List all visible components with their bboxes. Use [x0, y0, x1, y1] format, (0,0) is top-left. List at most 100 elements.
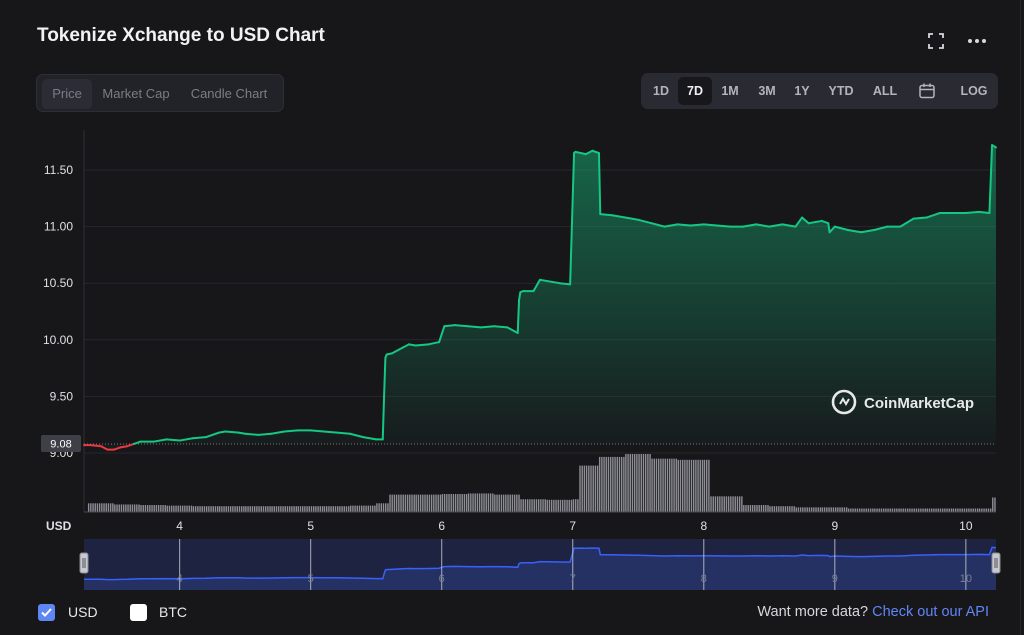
volume-bar	[730, 496, 732, 512]
volume-bar	[350, 505, 352, 512]
range-3m[interactable]: 3M	[749, 77, 785, 105]
volume-bar	[876, 508, 878, 512]
check-icon	[41, 608, 52, 617]
y-tick-label: 11.00	[44, 220, 73, 234]
volume-bar	[963, 508, 966, 512]
price-line-segment	[309, 429, 325, 433]
price-line-segment	[912, 216, 928, 220]
volume-bar	[389, 494, 391, 512]
fullscreen-icon[interactable]	[926, 32, 946, 52]
volume-bar	[179, 505, 182, 512]
volume-bar	[978, 508, 981, 512]
calendar-icon[interactable]	[911, 77, 943, 105]
volume-bar	[585, 465, 588, 512]
x-tick-label: 8	[700, 519, 707, 533]
volume-bar	[802, 507, 804, 512]
usd-checkbox[interactable]	[38, 604, 55, 621]
volume-bar	[529, 499, 531, 512]
y-tick-label: 9.50	[50, 389, 74, 403]
volume-bar	[950, 508, 953, 512]
volume-bar	[127, 504, 129, 512]
volume-bar	[603, 456, 605, 512]
volume-bar	[205, 506, 208, 512]
price-line-segment	[518, 291, 522, 302]
price-line-segment	[453, 324, 469, 328]
btc-checkbox[interactable]	[130, 604, 147, 621]
range-7d[interactable]: 7D	[678, 77, 712, 105]
volume-bar	[633, 454, 636, 512]
volume-bar	[799, 507, 802, 512]
volume-bar	[443, 494, 446, 512]
volume-bar	[889, 508, 891, 512]
volume-bar	[970, 508, 972, 512]
volume-bar	[454, 494, 457, 512]
range-1y[interactable]: 1Y	[787, 77, 817, 105]
price-line-segment	[702, 223, 718, 227]
volume-bar	[548, 499, 551, 512]
tab-market-cap[interactable]: Market Cap	[94, 79, 178, 109]
price-chart[interactable]: 9.009.5010.0010.5011.0011.50USD 4 5 6 7 8 9 10 …	[2, 120, 1020, 595]
volume-bar	[850, 508, 852, 512]
volume-bar	[714, 496, 717, 512]
volume-bar	[367, 505, 369, 512]
volume-bar	[926, 508, 928, 512]
volume-bar	[937, 508, 939, 512]
volume-bar	[697, 459, 699, 512]
more-icon[interactable]	[967, 32, 987, 52]
volume-bar	[561, 499, 564, 512]
volume-bar	[341, 506, 343, 512]
volume-bar	[485, 493, 487, 512]
volume-bar	[804, 507, 806, 512]
volume-bar	[705, 459, 708, 512]
volume-bar	[989, 508, 992, 512]
volume-bar	[336, 506, 339, 512]
range-ytd[interactable]: YTD	[821, 77, 861, 105]
volume-bar	[837, 507, 839, 512]
volume-bar	[935, 508, 937, 512]
volume-bar	[489, 493, 492, 512]
range-all[interactable]: ALL	[865, 77, 905, 105]
volume-bar	[361, 505, 363, 512]
volume-bar	[446, 494, 448, 512]
volume-bar	[478, 493, 481, 512]
volume-bar	[284, 506, 286, 512]
volume-bar	[459, 494, 461, 512]
volume-bar	[253, 506, 256, 512]
volume-bar	[96, 503, 99, 512]
volume-bar	[315, 506, 317, 512]
volume-bar	[312, 506, 315, 512]
volume-bar	[734, 496, 736, 512]
volume-bar	[607, 456, 610, 512]
api-link[interactable]: Check out our API	[872, 604, 989, 620]
volume-bar	[786, 506, 789, 512]
volume-bar	[334, 506, 337, 512]
volume-bar	[625, 454, 627, 512]
range-log[interactable]: LOG	[955, 77, 993, 105]
volume-bar	[542, 499, 544, 512]
navigator-left-handle[interactable]	[79, 552, 89, 574]
volume-bar	[343, 506, 345, 512]
tab-price[interactable]: Price	[42, 79, 92, 109]
volume-bar	[741, 496, 743, 512]
volume-bar	[280, 506, 282, 512]
volume-bar	[994, 497, 996, 512]
volume-bar	[830, 507, 832, 512]
volume-bar	[441, 494, 444, 512]
volume-bar	[437, 494, 439, 512]
range-1d[interactable]: 1D	[645, 77, 677, 105]
navigator-right-handle[interactable]	[991, 552, 1001, 574]
volume-bar	[317, 506, 319, 512]
tab-candle-chart[interactable]: Candle Chart	[180, 79, 278, 109]
volume-bar	[972, 508, 974, 512]
range-1m[interactable]: 1M	[713, 77, 747, 105]
volume-bar	[616, 456, 618, 512]
volume-bar	[782, 506, 784, 512]
volume-bar	[162, 505, 164, 512]
volume-bar	[87, 503, 90, 512]
volume-bar	[391, 494, 393, 512]
volume-bar	[197, 506, 199, 512]
volume-bar	[301, 506, 304, 512]
price-line-segment	[414, 343, 430, 347]
volume-bar	[688, 459, 690, 512]
volume-bar	[201, 506, 203, 512]
